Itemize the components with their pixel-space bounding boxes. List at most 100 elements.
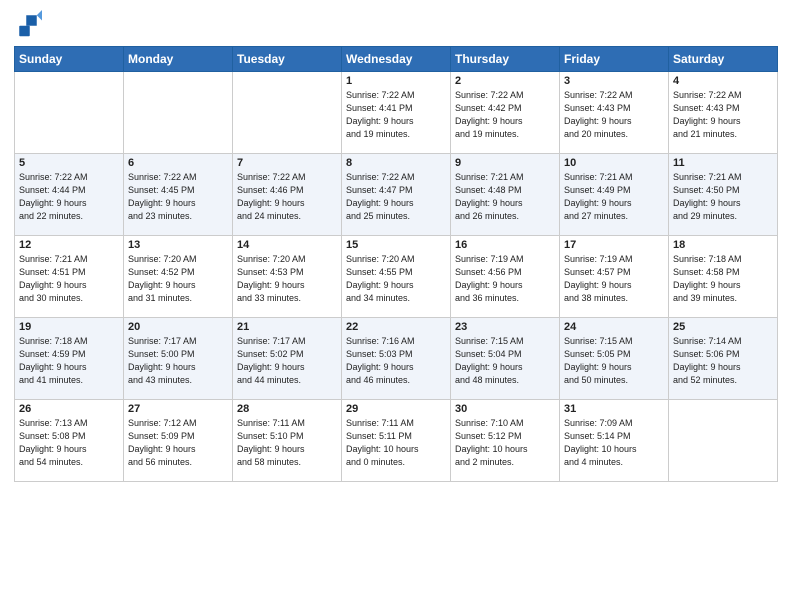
day-info: Sunrise: 7:21 AMSunset: 4:48 PMDaylight:…: [455, 171, 555, 223]
calendar-cell: 24Sunrise: 7:15 AMSunset: 5:05 PMDayligh…: [560, 318, 669, 400]
day-number: 13: [128, 239, 228, 251]
calendar-header-wednesday: Wednesday: [342, 47, 451, 72]
day-number: 15: [346, 239, 446, 251]
day-info: Sunrise: 7:20 AMSunset: 4:52 PMDaylight:…: [128, 253, 228, 305]
day-info: Sunrise: 7:21 AMSunset: 4:51 PMDaylight:…: [19, 253, 119, 305]
day-number: 6: [128, 157, 228, 169]
calendar-header-row: SundayMondayTuesdayWednesdayThursdayFrid…: [15, 47, 778, 72]
calendar-cell: 15 Sunrise: 7:20 AMSunset: 4:55 PMDayligh…: [342, 236, 451, 318]
day-info: Sunrise: 7:21 AMSunset: 4:50 PMDaylight:…: [673, 171, 773, 223]
day-info: Sunrise: 7:22 AMSunset: 4:45 PMDaylight:…: [128, 171, 228, 223]
calendar-header-saturday: Saturday: [669, 47, 778, 72]
day-info: Sunrise: 7:22 AMSunset: 4:46 PMDaylight:…: [237, 171, 337, 223]
calendar-cell: 26Sunrise: 7:13 AMSunset: 5:08 PMDayligh…: [15, 400, 124, 482]
calendar-cell: 14 Sunrise: 7:20 AMSunset: 4:53 PMDayligh…: [233, 236, 342, 318]
day-number: 11: [673, 157, 773, 169]
day-info: Sunrise: 7:14 AMSunset: 5:06 PMDaylight:…: [673, 335, 773, 387]
calendar-cell: 4 Sunrise: 7:22 AMSunset: 4:43 PMDaylight…: [669, 72, 778, 154]
calendar-header-sunday: Sunday: [15, 47, 124, 72]
day-number: 4: [673, 75, 773, 87]
calendar-header-monday: Monday: [124, 47, 233, 72]
day-number: 25: [673, 321, 773, 333]
logo-icon: [14, 10, 42, 38]
day-number: 20: [128, 321, 228, 333]
day-number: 26: [19, 403, 119, 415]
calendar-cell: 30 Sunrise: 7:10 AMSunset: 5:12 PMDayligh…: [451, 400, 560, 482]
day-info: Sunrise: 7:10 AMSunset: 5:12 PMDaylight:…: [455, 417, 555, 469]
calendar-cell: [124, 72, 233, 154]
day-number: 10: [564, 157, 664, 169]
day-info: Sunrise: 7:18 AMSunset: 4:59 PMDaylight:…: [19, 335, 119, 387]
calendar-cell: 7 Sunrise: 7:22 AMSunset: 4:46 PMDaylight…: [233, 154, 342, 236]
calendar-cell: 13 Sunrise: 7:20 AMSunset: 4:52 PMDayligh…: [124, 236, 233, 318]
day-info: Sunrise: 7:09 AMSunset: 5:14 PMDaylight:…: [564, 417, 664, 469]
calendar-cell: 22Sunrise: 7:16 AMSunset: 5:03 PMDayligh…: [342, 318, 451, 400]
day-info: Sunrise: 7:22 AMSunset: 4:42 PMDaylight:…: [455, 89, 555, 141]
day-number: 18: [673, 239, 773, 251]
day-number: 29: [346, 403, 446, 415]
day-number: 24: [564, 321, 664, 333]
calendar-week-2: 5Sunrise: 7:22 AMSunset: 4:44 PMDaylight…: [15, 154, 778, 236]
calendar-week-5: 26Sunrise: 7:13 AMSunset: 5:08 PMDayligh…: [15, 400, 778, 482]
calendar-cell: 23Sunrise: 7:15 AMSunset: 5:04 PMDayligh…: [451, 318, 560, 400]
day-info: Sunrise: 7:19 AMSunset: 4:56 PMDaylight:…: [455, 253, 555, 305]
day-number: 2: [455, 75, 555, 87]
calendar-cell: 28 Sunrise: 7:11 AMSunset: 5:10 PMDayligh…: [233, 400, 342, 482]
logo: [14, 10, 44, 38]
calendar-cell: 27Sunrise: 7:12 AMSunset: 5:09 PMDayligh…: [124, 400, 233, 482]
day-info: Sunrise: 7:21 AMSunset: 4:49 PMDaylight:…: [564, 171, 664, 223]
day-info: Sunrise: 7:17 AMSunset: 5:02 PMDaylight:…: [237, 335, 337, 387]
calendar-week-3: 12 Sunrise: 7:21 AMSunset: 4:51 PMDayligh…: [15, 236, 778, 318]
day-info: Sunrise: 7:17 AMSunset: 5:00 PMDaylight:…: [128, 335, 228, 387]
day-info: Sunrise: 7:22 AMSunset: 4:43 PMDaylight:…: [673, 89, 773, 141]
day-info: Sunrise: 7:12 AMSunset: 5:09 PMDaylight:…: [128, 417, 228, 469]
calendar-cell: 16 Sunrise: 7:19 AMSunset: 4:56 PMDayligh…: [451, 236, 560, 318]
calendar-cell: 10 Sunrise: 7:21 AMSunset: 4:49 PMDayligh…: [560, 154, 669, 236]
calendar-cell: 12 Sunrise: 7:21 AMSunset: 4:51 PMDayligh…: [15, 236, 124, 318]
calendar-week-1: 1 Sunrise: 7:22 AMSunset: 4:41 PMDaylight…: [15, 72, 778, 154]
calendar-cell: 18Sunrise: 7:18 AMSunset: 4:58 PMDayligh…: [669, 236, 778, 318]
calendar-cell: 5Sunrise: 7:22 AMSunset: 4:44 PMDaylight…: [15, 154, 124, 236]
day-number: 30: [455, 403, 555, 415]
day-number: 23: [455, 321, 555, 333]
calendar-cell: [669, 400, 778, 482]
day-info: Sunrise: 7:22 AMSunset: 4:41 PMDaylight:…: [346, 89, 446, 141]
day-number: 19: [19, 321, 119, 333]
day-number: 16: [455, 239, 555, 251]
calendar-cell: [233, 72, 342, 154]
calendar-week-4: 19 Sunrise: 7:18 AMSunset: 4:59 PMDayligh…: [15, 318, 778, 400]
calendar-cell: 2 Sunrise: 7:22 AMSunset: 4:42 PMDaylight…: [451, 72, 560, 154]
day-number: 1: [346, 75, 446, 87]
day-number: 12: [19, 239, 119, 251]
day-info: Sunrise: 7:11 AMSunset: 5:10 PMDaylight:…: [237, 417, 337, 469]
calendar-cell: [15, 72, 124, 154]
day-number: 9: [455, 157, 555, 169]
day-info: Sunrise: 7:19 AMSunset: 4:57 PMDaylight:…: [564, 253, 664, 305]
day-number: 8: [346, 157, 446, 169]
day-number: 22: [346, 321, 446, 333]
day-number: 14: [237, 239, 337, 251]
day-info: Sunrise: 7:20 AMSunset: 4:53 PMDaylight:…: [237, 253, 337, 305]
calendar-cell: 1 Sunrise: 7:22 AMSunset: 4:41 PMDaylight…: [342, 72, 451, 154]
calendar-cell: 29 Sunrise: 7:11 AMSunset: 5:11 PMDayligh…: [342, 400, 451, 482]
calendar-cell: 3Sunrise: 7:22 AMSunset: 4:43 PMDaylight…: [560, 72, 669, 154]
day-info: Sunrise: 7:11 AMSunset: 5:11 PMDaylight:…: [346, 417, 446, 469]
day-number: 7: [237, 157, 337, 169]
day-info: Sunrise: 7:22 AMSunset: 4:47 PMDaylight:…: [346, 171, 446, 223]
calendar-cell: 17 Sunrise: 7:19 AMSunset: 4:57 PMDayligh…: [560, 236, 669, 318]
day-number: 31: [564, 403, 664, 415]
day-number: 5: [19, 157, 119, 169]
calendar-cell: 19 Sunrise: 7:18 AMSunset: 4:59 PMDayligh…: [15, 318, 124, 400]
calendar-header-thursday: Thursday: [451, 47, 560, 72]
calendar-cell: 20 Sunrise: 7:17 AMSunset: 5:00 PMDayligh…: [124, 318, 233, 400]
calendar-cell: 21Sunrise: 7:17 AMSunset: 5:02 PMDayligh…: [233, 318, 342, 400]
calendar-cell: 11 Sunrise: 7:21 AMSunset: 4:50 PMDayligh…: [669, 154, 778, 236]
calendar-cell: 8 Sunrise: 7:22 AMSunset: 4:47 PMDaylight…: [342, 154, 451, 236]
day-info: Sunrise: 7:20 AMSunset: 4:55 PMDaylight:…: [346, 253, 446, 305]
day-number: 17: [564, 239, 664, 251]
calendar-cell: 6 Sunrise: 7:22 AMSunset: 4:45 PMDaylight…: [124, 154, 233, 236]
day-info: Sunrise: 7:22 AMSunset: 4:43 PMDaylight:…: [564, 89, 664, 141]
calendar-header-friday: Friday: [560, 47, 669, 72]
calendar-cell: 9 Sunrise: 7:21 AMSunset: 4:48 PMDaylight…: [451, 154, 560, 236]
day-number: 28: [237, 403, 337, 415]
